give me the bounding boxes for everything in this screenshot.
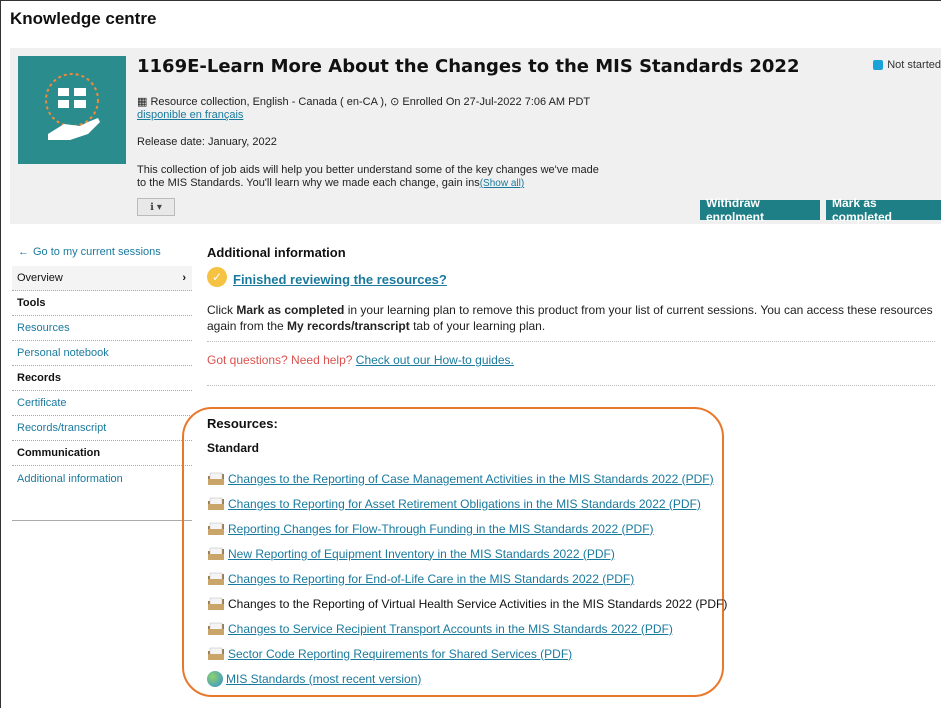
explain-bold-records: My records/transcript xyxy=(287,319,410,333)
description-line-1: This collection of job aids will help yo… xyxy=(137,164,599,176)
document-icon xyxy=(208,572,224,585)
main-content: Additional information ✓ Finished review… xyxy=(207,245,935,386)
finished-reviewing-link[interactable]: Finished reviewing the resources? xyxy=(233,272,447,287)
resource-link[interactable]: Changes to the Reporting of Case Managem… xyxy=(228,472,714,486)
sidebar-section-tools: Tools xyxy=(12,291,192,316)
resource-item[interactable]: Reporting Changes for Flow-Through Fundi… xyxy=(207,516,727,541)
resource-link[interactable]: Changes to Reporting for Asset Retiremen… xyxy=(228,497,701,511)
document-icon xyxy=(208,597,224,610)
description-line-2: to the MIS Standards. You'll learn why w… xyxy=(137,177,480,189)
withdraw-enrolment-button[interactable]: Withdraw enrolment xyxy=(700,196,820,224)
status-badge: Not started xyxy=(873,59,941,71)
divider xyxy=(207,385,935,386)
course-title: 1169E-Learn More About the Changes to th… xyxy=(137,56,800,77)
document-icon xyxy=(208,647,224,660)
sidebar-section-records: Records xyxy=(12,366,192,391)
course-thumbnail xyxy=(18,56,126,164)
resource-link: Changes to the Reporting of Virtual Heal… xyxy=(228,596,728,611)
sidebar: ← Go to my current sessions Overview › T… xyxy=(12,244,192,521)
resource-item[interactable]: MIS Standards (most recent version) xyxy=(207,666,727,691)
resource-list: Changes to the Reporting of Case Managem… xyxy=(207,466,727,691)
sidebar-item-overview[interactable]: Overview › xyxy=(12,266,192,291)
resource-item: Changes to the Reporting of Virtual Heal… xyxy=(207,591,727,616)
overview-label: Overview xyxy=(17,272,63,284)
meta-line: Resource collection, English - Canada ( … xyxy=(150,96,591,108)
sidebar-item-resources[interactable]: Resources xyxy=(12,316,192,341)
additional-info-title: Additional information xyxy=(207,245,346,260)
french-link[interactable]: disponible en français xyxy=(137,109,243,121)
chevron-down-icon: ▾ xyxy=(156,201,162,213)
info-dropdown-button[interactable]: ℹ ▾ xyxy=(137,198,175,216)
status-text: Not started xyxy=(887,59,941,71)
resource-item[interactable]: Changes to Reporting for Asset Retiremen… xyxy=(207,491,727,516)
resource-link[interactable]: Reporting Changes for Flow-Through Fundi… xyxy=(228,522,654,536)
resource-link[interactable]: Changes to Service Recipient Transport A… xyxy=(228,622,673,636)
release-value: January, 2022 xyxy=(207,136,277,148)
explain-bold-mark-completed: Mark as completed xyxy=(236,303,345,317)
course-description: This collection of job aids will help yo… xyxy=(137,164,657,190)
explain-pre: Click xyxy=(207,303,237,317)
how-to-guides-link[interactable]: Check out our How-to guides. xyxy=(356,353,514,367)
course-meta: ▦ Resource collection, English - Canada … xyxy=(137,96,590,122)
document-icon xyxy=(208,522,224,535)
document-icon xyxy=(208,472,224,485)
sidebar-item-personal-notebook[interactable]: Personal notebook xyxy=(12,341,192,366)
finished-reviewing: ✓ Finished reviewing the resources? xyxy=(207,267,447,287)
resources-title: Resources: xyxy=(207,416,278,431)
standard-label: Standard xyxy=(207,441,260,455)
resource-item[interactable]: Changes to Service Recipient Transport A… xyxy=(207,616,727,641)
resource-link[interactable]: New Reporting of Equipment Inventory in … xyxy=(228,547,615,561)
document-icon xyxy=(208,547,224,560)
sidebar-item-certificate[interactable]: Certificate xyxy=(12,391,192,416)
sidebar-divider xyxy=(12,491,192,521)
course-header-panel: 1169E-Learn More About the Changes to th… xyxy=(10,48,941,224)
sidebar-item-records-transcript[interactable]: Records/transcript xyxy=(12,416,192,441)
arrow-left-icon: ← xyxy=(18,246,29,258)
status-square-icon xyxy=(873,60,884,70)
info-icon: ℹ xyxy=(150,201,154,213)
page-title: Knowledge centre xyxy=(10,9,157,28)
go-current-label: Go to my current sessions xyxy=(33,246,161,258)
globe-icon xyxy=(207,670,223,687)
release-label: Release date: xyxy=(137,136,205,148)
show-all-link[interactable]: (Show all) xyxy=(480,178,524,189)
resource-link[interactable]: Sector Code Reporting Requirements for S… xyxy=(228,647,572,661)
resource-item[interactable]: New Reporting of Equipment Inventory in … xyxy=(207,541,727,566)
hand-devices-icon xyxy=(45,73,100,140)
resource-item[interactable]: Sector Code Reporting Requirements for S… xyxy=(207,641,727,666)
help-text: Got questions? Need help? xyxy=(207,353,353,367)
help-line: Got questions? Need help? Check out our … xyxy=(207,353,514,367)
document-icon xyxy=(208,497,224,510)
resource-link[interactable]: MIS Standards (most recent version) xyxy=(226,672,421,686)
collection-icon: ▦ xyxy=(137,96,148,108)
sidebar-section-communication: Communication xyxy=(12,441,192,466)
completion-instructions: Click Mark as completed in your learning… xyxy=(207,302,935,334)
explain-post: tab of your learning plan. xyxy=(409,319,546,333)
mark-completed-button[interactable]: Mark as completed xyxy=(826,196,941,224)
resource-link[interactable]: Changes to Reporting for End-of-Life Car… xyxy=(228,572,634,586)
document-icon xyxy=(208,622,224,635)
sidebar-item-additional-information[interactable]: Additional information xyxy=(12,466,192,491)
check-circle-icon: ✓ xyxy=(207,267,227,287)
chevron-right-icon: › xyxy=(182,272,186,284)
go-current-sessions-link[interactable]: ← Go to my current sessions xyxy=(12,244,192,266)
release-date: Release date: January, 2022 xyxy=(137,136,277,148)
resource-item[interactable]: Changes to the Reporting of Case Managem… xyxy=(207,466,727,491)
resource-item[interactable]: Changes to Reporting for End-of-Life Car… xyxy=(207,566,727,591)
divider xyxy=(207,341,935,342)
